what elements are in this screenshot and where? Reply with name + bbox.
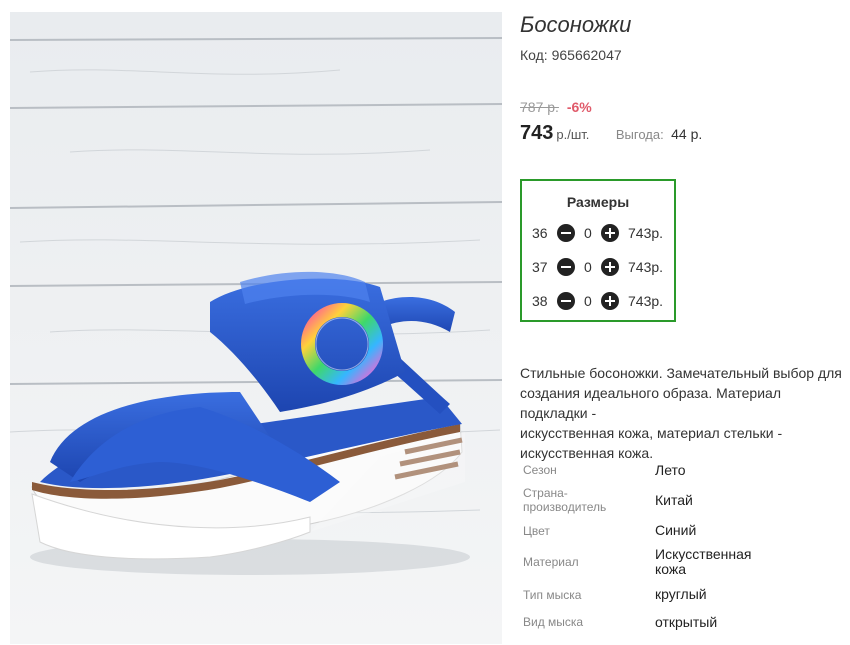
spec-value-toe-type: круглый (655, 586, 707, 602)
benefit-label: Выгода: (615, 127, 664, 142)
minus-icon[interactable] (557, 292, 575, 310)
product-description: Стильные босоножки. Замечательный выбор … (520, 365, 842, 461)
product-image[interactable] (10, 12, 502, 644)
quantity-value: 0 (584, 259, 592, 275)
quantity-value: 0 (584, 293, 592, 309)
size-value: 38 (532, 293, 548, 309)
product-code: Код: 965662047 (520, 47, 622, 63)
old-price: 787 р. (520, 99, 559, 115)
size-row-37: 37 0 743р. (522, 257, 674, 277)
spec-value-toe-view: открытый (655, 614, 718, 630)
size-row-36: 36 0 743р. (522, 223, 674, 243)
benefit-value: 44 р. (671, 126, 703, 142)
size-row-38: 38 0 743р. (522, 291, 674, 311)
price-row: 743 р./шт. Выгода: 44 р. (520, 122, 702, 145)
discount-badge: -6% (566, 99, 592, 115)
plus-icon[interactable] (601, 224, 619, 242)
spec-value-season: Лето (655, 462, 686, 478)
spec-value-material: Искусственная кожа (655, 546, 752, 577)
size-value: 37 (532, 259, 548, 275)
size-value: 36 (532, 225, 548, 241)
spec-value-country: Китай (655, 492, 693, 508)
spec-label-season: Сезон (523, 463, 557, 477)
price-unit: р./шт. (556, 127, 590, 142)
plus-icon[interactable] (601, 292, 619, 310)
spec-label-country: Страна- производитель (523, 486, 607, 514)
size-price: 743р. (628, 259, 664, 275)
spec-label-toe-view: Вид мыска (523, 615, 584, 629)
sizes-title: Размеры (566, 194, 630, 210)
plus-icon[interactable] (601, 258, 619, 276)
size-price: 743р. (628, 225, 664, 241)
quantity-value: 0 (584, 225, 592, 241)
size-price: 743р. (628, 293, 664, 309)
minus-icon[interactable] (557, 258, 575, 276)
current-price: 743 (520, 122, 554, 144)
old-price-row: 787 р. -6% (520, 99, 592, 115)
spec-label-toe-type: Тип мыска (523, 588, 582, 602)
sizes-panel: Размеры 36 0 743р. 37 0 743р. 38 0 743р. (520, 179, 676, 322)
spec-value-color: Синий (655, 522, 697, 538)
spec-label-material: Материал (523, 555, 579, 569)
spec-label-color: Цвет (523, 524, 550, 538)
minus-icon[interactable] (557, 224, 575, 242)
product-title: Босоножки (520, 12, 632, 37)
